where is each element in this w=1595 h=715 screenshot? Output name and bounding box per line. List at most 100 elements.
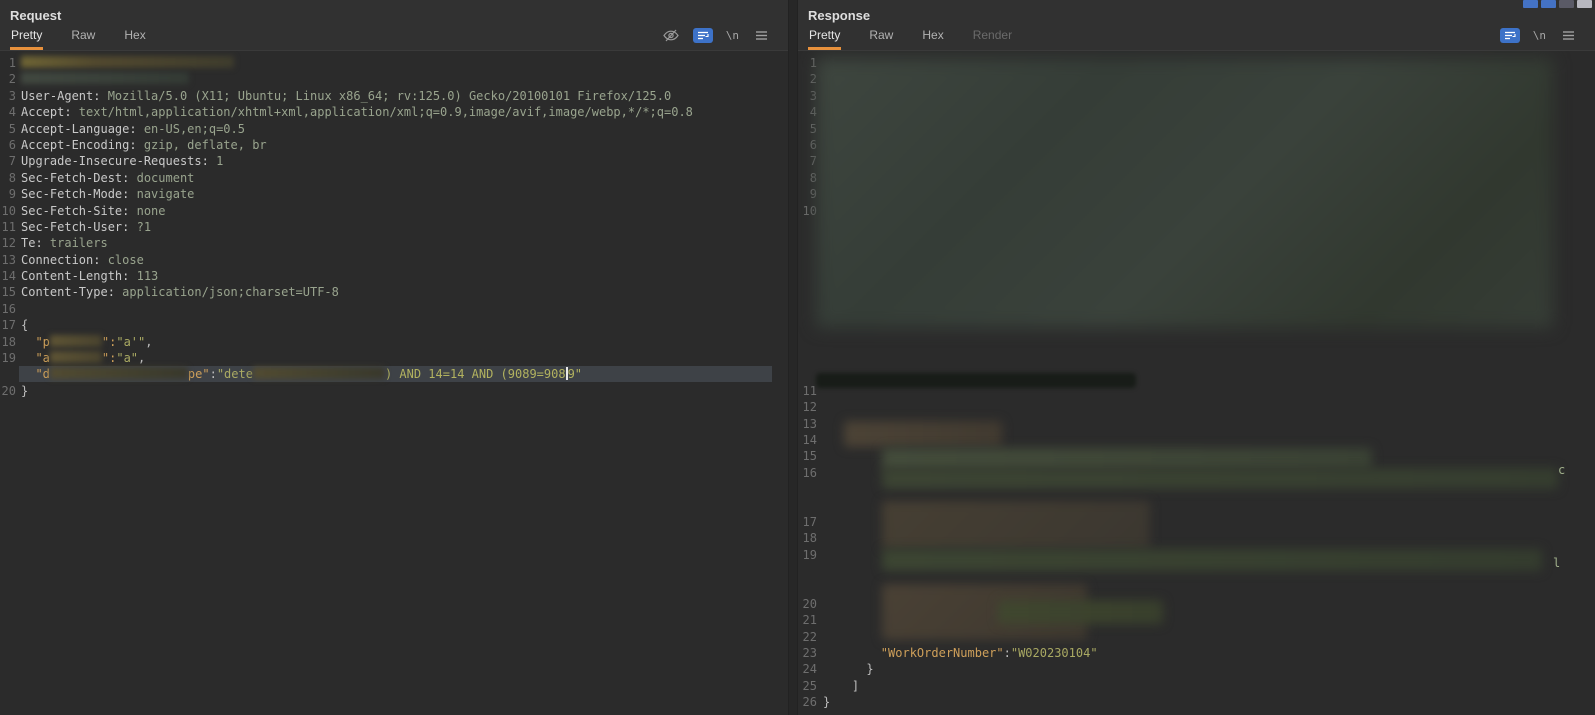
code-token: Sec-Fetch-Mode: <box>21 187 130 202</box>
code-line[interactable]: 5 Accept-Language: en-US,en;q=0.5 <box>0 121 788 137</box>
code-line[interactable]: 15 Content-Type: application/json;charset… <box>0 284 788 300</box>
line-number: 15 <box>1 285 16 300</box>
redacted-region <box>816 58 1553 328</box>
code-line[interactable]: 12 Te: trailers <box>0 235 788 251</box>
code-line[interactable]: "d pe":"dete) AND 14=14 AND (9089=908 9" <box>0 366 788 383</box>
code-token: "p <box>35 334 50 349</box>
code-token: Sec-Fetch-Dest: <box>21 170 130 185</box>
code-token: : <box>209 367 217 382</box>
text-fragment: l <box>1553 556 1561 570</box>
line-number <box>798 498 823 514</box>
code-line: 24 } <box>798 661 1595 677</box>
code-token: : <box>1003 646 1011 661</box>
request-panel: Request Pretty Raw Hex \n 1 2 3 User-Age… <box>0 0 788 715</box>
code-line[interactable]: 11 Sec-Fetch-User: ?1 <box>0 219 788 235</box>
code-token: "W020230104" <box>1010 646 1098 661</box>
code-token: "a'" <box>116 334 146 349</box>
line-number: 14 <box>1 269 16 284</box>
line-number: 2 <box>8 72 16 87</box>
tab-response-render: Render <box>972 28 1013 42</box>
request-editor[interactable]: 1 2 3 User-Agent: Mozilla/5.0 (X11; Ubuntu;… <box>0 51 788 715</box>
code-line[interactable]: 18 "p ":"a'", <box>0 334 788 350</box>
code-line: 23 "WorkOrderNumber":"W020230104" <box>798 645 1595 661</box>
line-number <box>798 563 823 579</box>
line-number: 1 <box>8 56 16 70</box>
code-line[interactable]: 4 Accept: text/html,application/xhtml+xml… <box>0 104 788 120</box>
code-line[interactable]: 20} <box>0 383 788 399</box>
code-line[interactable]: 16 <box>0 301 788 317</box>
response-tab-bar: Pretty Raw Hex Render \n <box>798 24 1595 51</box>
code-line: 26} <box>798 694 1595 710</box>
show-newlines-icon[interactable]: \n <box>726 29 739 42</box>
code-token: Sec-Fetch-User: <box>21 219 130 234</box>
line-number: 19 <box>1 351 16 366</box>
line-number: 17 <box>802 514 817 529</box>
code-line[interactable]: 7 Upgrade-Insecure-Requests: 1 <box>0 153 788 169</box>
code-token: } <box>21 383 29 398</box>
tab-request-hex[interactable]: Hex <box>123 24 146 50</box>
line-number: 6 <box>8 137 16 152</box>
code-token: "a" <box>116 351 139 366</box>
redacted-text <box>21 72 189 85</box>
code-token: close <box>100 252 144 267</box>
redacted-text <box>49 334 102 347</box>
line-number <box>798 350 823 366</box>
code-token: text/html,application/xhtml+xml,applicat… <box>71 105 693 120</box>
line-number: 10 <box>1 203 16 218</box>
code-line[interactable]: 19 "a ":"a", <box>0 350 788 366</box>
window-button-4[interactable] <box>1577 0 1592 8</box>
code-token: en-US,en;q=0.5 <box>136 121 245 136</box>
tab-response-raw[interactable]: Raw <box>868 24 894 50</box>
redacted-region <box>998 600 1163 624</box>
code-line: 12 <box>798 399 1595 415</box>
line-number: 11 <box>1 219 16 234</box>
code-line[interactable]: 13 Connection: close <box>0 252 788 268</box>
window-button-2[interactable] <box>1541 0 1556 8</box>
code-line[interactable]: 17 { <box>0 317 788 333</box>
code-token: Accept-Encoding: <box>21 137 137 152</box>
hide-matches-icon[interactable] <box>662 28 680 43</box>
code-line[interactable]: 6 Accept-Encoding: gzip, deflate, br <box>0 137 788 153</box>
line-number: 4 <box>8 105 16 120</box>
code-line[interactable]: 8 Sec-Fetch-Dest: document <box>0 170 788 186</box>
code-line: 25 ] <box>798 678 1595 694</box>
code-token: , <box>138 351 146 366</box>
line-number: 8 <box>8 170 16 185</box>
code-token: ?1 <box>129 219 152 234</box>
line-number: 14 <box>802 432 817 447</box>
window-controls <box>1523 0 1592 8</box>
code-line[interactable]: 2 <box>0 71 788 87</box>
editor-menu-icon[interactable] <box>1559 28 1577 43</box>
redacted-text <box>49 351 102 364</box>
tab-request-raw[interactable]: Raw <box>70 24 96 50</box>
code-token: Accept-Language: <box>21 121 137 136</box>
redacted-region <box>882 501 1150 549</box>
line-number: 18 <box>1 334 16 349</box>
tab-response-pretty[interactable]: Pretty <box>808 24 842 50</box>
code-line[interactable]: 1 <box>0 55 788 71</box>
code-line[interactable]: 14 Content-Length: 113 <box>0 268 788 284</box>
tab-request-pretty[interactable]: Pretty <box>10 24 44 50</box>
redacted-region <box>882 448 1372 470</box>
line-number <box>798 481 823 497</box>
line-number: 12 <box>1 236 16 251</box>
redacted-text <box>21 56 234 68</box>
show-newlines-icon[interactable]: \n <box>1533 29 1546 42</box>
line-number <box>0 366 21 382</box>
window-button-1[interactable] <box>1523 0 1538 8</box>
wrap-lines-toggle-icon[interactable] <box>692 28 713 43</box>
request-panel-title: Request <box>10 8 62 23</box>
panel-splitter[interactable] <box>788 0 798 715</box>
code-token: trailers <box>42 236 108 251</box>
editor-menu-icon[interactable] <box>752 28 770 43</box>
response-editor[interactable]: 1 2 3 4 5 6 7 8 9 10 11 12 13 14 15 16 17 18 19 20 21 22 23 "W… <box>798 51 1595 715</box>
code-token: document <box>129 170 195 185</box>
code-line[interactable]: 10 Sec-Fetch-Site: none <box>0 203 788 219</box>
redacted-text <box>252 367 385 380</box>
line-number: 26 <box>802 695 817 710</box>
window-button-3[interactable] <box>1559 0 1574 8</box>
wrap-lines-toggle-icon[interactable] <box>1499 28 1520 43</box>
tab-response-hex[interactable]: Hex <box>921 24 944 50</box>
code-line[interactable]: 9 Sec-Fetch-Mode: navigate <box>0 186 788 202</box>
code-line[interactable]: 3 User-Agent: Mozilla/5.0 (X11; Ubuntu; L… <box>0 88 788 104</box>
